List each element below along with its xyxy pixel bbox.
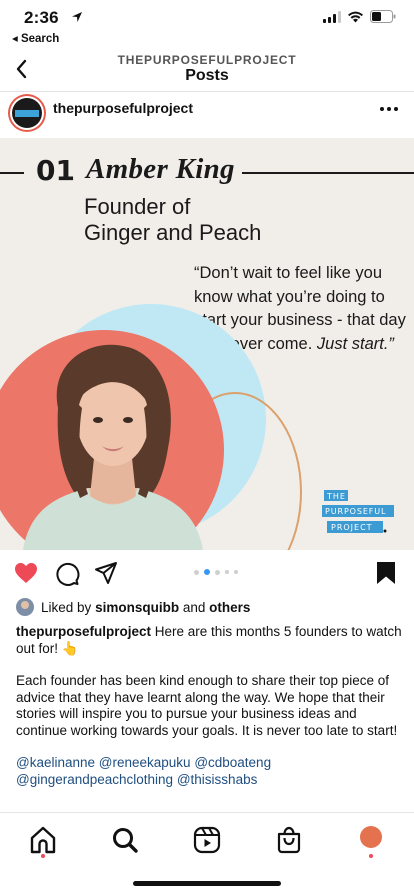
header-account-name: THEPURPOSEFULPROJECT	[117, 53, 297, 67]
post-author-row: thepurposefulproject	[0, 92, 414, 136]
location-arrow-icon	[72, 12, 82, 22]
mention-link[interactable]: @thisisshabs	[177, 772, 258, 787]
founder-role-line2: Ginger and Peach	[84, 220, 262, 245]
heart-icon[interactable]	[13, 560, 39, 586]
founder-number: 01	[36, 154, 75, 187]
mention-link[interactable]: @cdboateng	[194, 755, 271, 770]
likes-joiner: and	[182, 599, 206, 615]
reels-icon[interactable]	[192, 825, 222, 855]
back-to-search-link[interactable]: ◂ Search	[12, 31, 59, 45]
founder-role: Founder of Ginger and Peach	[84, 194, 261, 246]
posts-header: THEPURPOSEFULPROJECT Posts	[0, 48, 414, 92]
carousel-dot	[194, 569, 199, 575]
likes-prefix: Liked by	[41, 599, 92, 615]
battery-icon	[370, 10, 396, 23]
carousel-dot-active	[204, 569, 210, 575]
post-actions	[0, 556, 414, 592]
post-caption: thepurposefulproject Here are this month…	[16, 624, 402, 788]
likes-summary[interactable]: Liked by simonsquibb and others	[16, 597, 250, 617]
caption-mentions: @kaelinanne @reneekapuku @cdboateng @gin…	[16, 755, 402, 788]
caption-body: Each founder has been kind enough to sha…	[16, 673, 398, 738]
share-icon[interactable]	[93, 560, 119, 586]
carousel-dot	[215, 569, 220, 575]
author-username[interactable]: thepurposefulproject	[53, 100, 193, 116]
mention-link[interactable]: @kaelinanne	[16, 755, 95, 770]
profile-avatar-tab[interactable]	[360, 826, 382, 848]
logo-text-2: PURPOSEFUL	[325, 507, 386, 516]
liker-username[interactable]: simonsquibb	[95, 600, 179, 615]
liker-avatar	[16, 598, 34, 616]
caption-author[interactable]: thepurposefulproject	[16, 624, 151, 639]
founder-quote-emphasis: Just start.”	[316, 334, 394, 353]
image-divider-right	[242, 172, 414, 174]
status-indicators	[323, 10, 396, 23]
wifi-icon	[348, 11, 363, 22]
comment-icon[interactable]	[54, 560, 80, 586]
author-avatar[interactable]	[8, 94, 46, 132]
carousel-dot	[234, 570, 238, 574]
more-dots-icon[interactable]	[378, 98, 400, 120]
logo-text-1: THE	[326, 492, 346, 501]
bookmark-icon[interactable]	[373, 560, 399, 586]
founder-role-line1: Founder of	[84, 194, 191, 219]
carousel-indicator	[194, 569, 238, 575]
founder-name: Amber King	[86, 153, 235, 185]
post-image[interactable]: 01 Amber King Founder of Ginger and Peac…	[0, 138, 414, 550]
image-divider-left	[0, 172, 24, 174]
search-icon[interactable]	[110, 825, 140, 855]
founder-portrait	[23, 344, 203, 550]
purposeful-project-logo: THE PURPOSEFUL PROJECT	[322, 490, 394, 533]
mention-link[interactable]: @gingerandpeachclothing	[16, 772, 173, 787]
status-time: 2:36	[24, 8, 59, 27]
home-icon[interactable]	[28, 825, 58, 855]
home-notification-dot	[41, 854, 45, 858]
likes-others[interactable]: others	[209, 600, 250, 615]
shop-icon[interactable]	[274, 825, 304, 855]
page-title: Posts	[185, 67, 229, 84]
logo-text-3: PROJECT	[331, 523, 373, 532]
cellular-signal-icon	[323, 10, 341, 23]
home-indicator	[133, 881, 281, 886]
mention-link[interactable]: @reneekapuku	[99, 755, 191, 770]
profile-notification-dot	[369, 854, 373, 858]
carousel-dot	[225, 570, 229, 574]
status-bar: 2:36 ◂ Search	[0, 0, 414, 48]
